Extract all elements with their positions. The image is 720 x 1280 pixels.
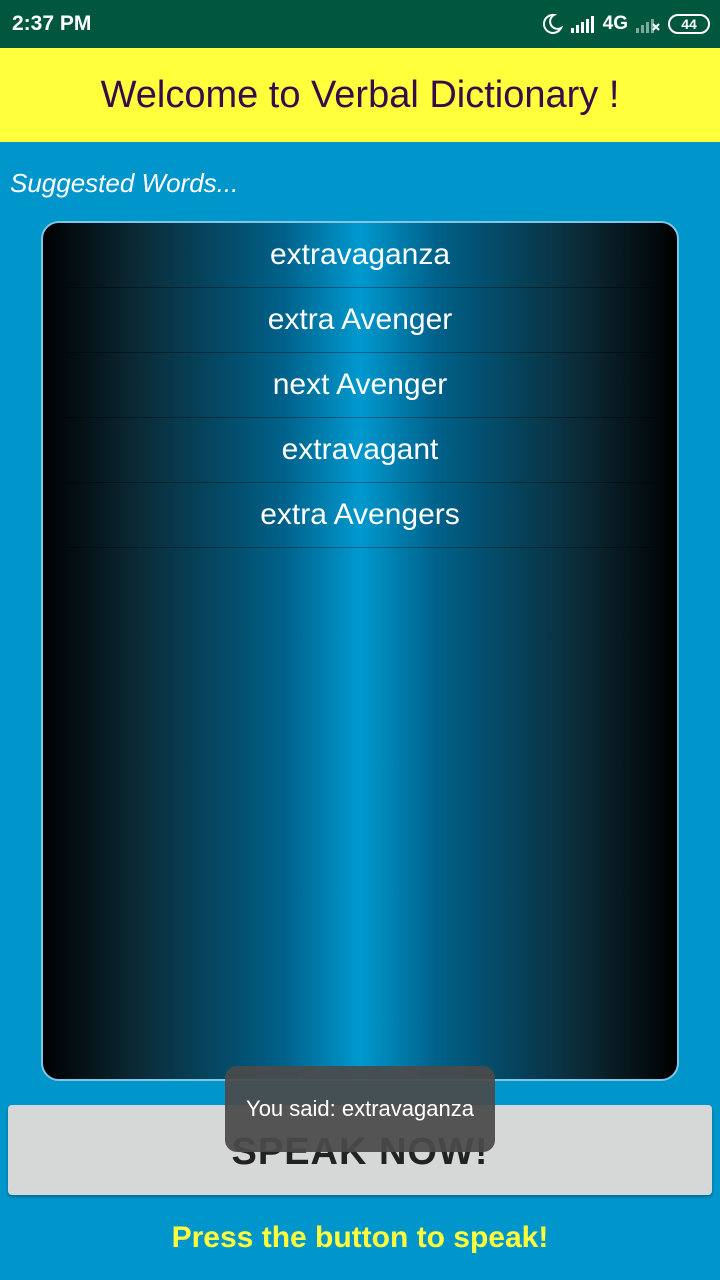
word-item-extravaganza[interactable]: extravaganza: [63, 223, 657, 288]
word-item-extra-avengers[interactable]: extra Avengers: [63, 483, 657, 548]
title-bar: Welcome to Verbal Dictionary !: [0, 48, 720, 142]
app-title: Welcome to Verbal Dictionary !: [100, 74, 620, 116]
word-item-extra-avenger[interactable]: extra Avenger: [63, 288, 657, 353]
word-item-next-avenger[interactable]: next Avenger: [63, 353, 657, 418]
suggested-words-list: extravaganza extra Avenger next Avenger …: [43, 223, 677, 548]
status-bar: 2:37 PM 4G 44: [0, 0, 720, 48]
battery-level: 44: [681, 16, 697, 32]
status-time: 2:37 PM: [12, 12, 92, 35]
moon-icon: [541, 13, 563, 35]
suggested-words-label: Suggested Words...: [10, 168, 239, 198]
suggested-words-panel: extravaganza extra Avenger next Avenger …: [41, 221, 679, 1081]
signal-empty-icon: [636, 14, 660, 34]
status-icons: 4G 44: [541, 0, 710, 48]
toast-message: You said: extravaganza: [225, 1066, 495, 1152]
signal-icon: [570, 14, 595, 34]
battery-icon: 44: [668, 14, 710, 34]
speak-hint: Press the button to speak!: [171, 1221, 549, 1254]
word-item-extravagant[interactable]: extravagant: [63, 418, 657, 483]
network-type: 4G: [602, 13, 628, 34]
